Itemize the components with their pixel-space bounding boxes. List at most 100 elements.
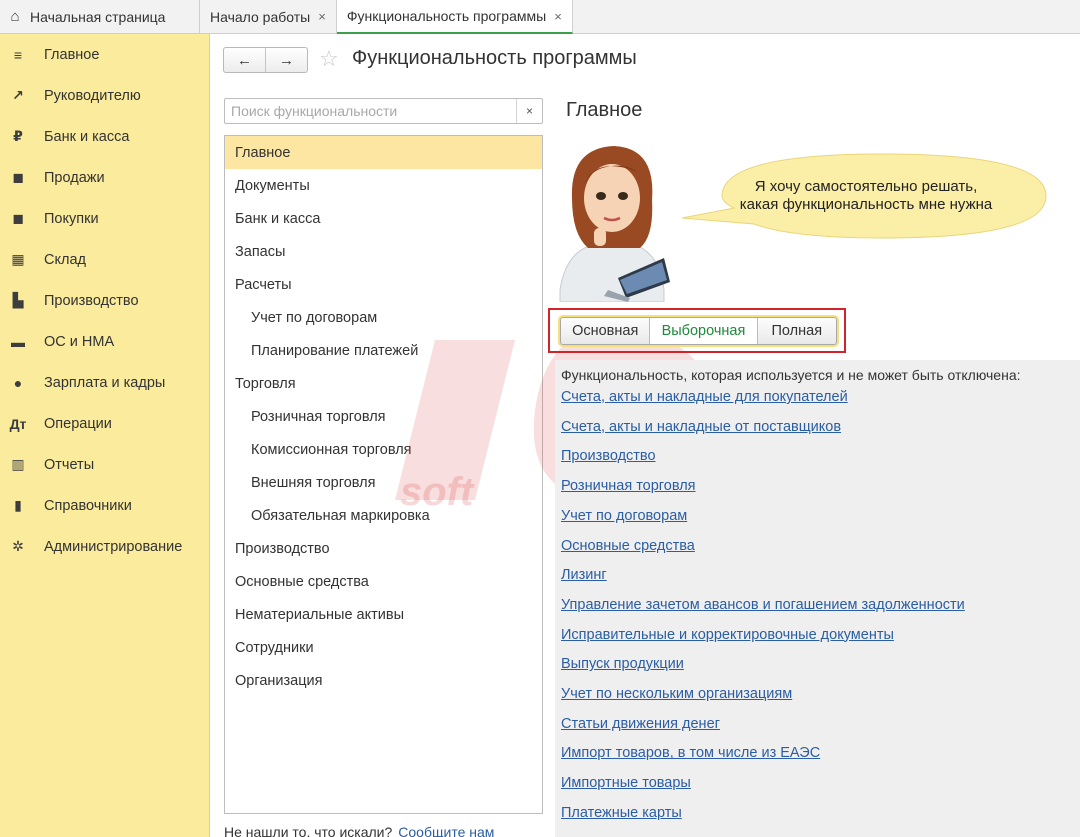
functionality-link[interactable]: Основные средства (561, 538, 695, 554)
tab-start[interactable]: Начало работы × (200, 0, 337, 33)
section-title: Главное (566, 99, 643, 121)
close-icon[interactable]: × (318, 9, 326, 24)
sidebar-item-label: Справочники (44, 497, 132, 514)
section-list-item[interactable]: Сотрудники (225, 631, 542, 664)
dt-kt-icon: Дт (9, 415, 27, 432)
feedback-text: Не нашли то, что искали? (224, 824, 393, 837)
sidebar-item[interactable]: ≡ Главное (0, 34, 209, 75)
section-list-item[interactable]: Учет по договорам (225, 301, 542, 334)
mode-selective[interactable]: Выборочная (649, 318, 757, 344)
tab-home[interactable]: ⌂ Начальная страница (0, 0, 200, 33)
section-list-item[interactable]: Основные средства (225, 565, 542, 598)
sidebar-item[interactable]: ₽ Банк и касса (0, 116, 209, 157)
speech-bubble-text: Я хочу самостоятельно решать, какая функ… (706, 178, 1026, 214)
functionality-link[interactable]: Импорт товаров, в том числе из ЕАЭС (561, 745, 820, 761)
feedback-link[interactable]: Сообщите нам (398, 824, 494, 837)
functionality-link[interactable]: Лизинг (561, 567, 607, 583)
section-list-item[interactable]: Планирование платежей (225, 334, 542, 367)
section-list-item[interactable]: Розничная торговля (225, 400, 542, 433)
section-list-item[interactable]: Организация (225, 664, 542, 697)
sidebar-item-label: Руководителю (44, 87, 141, 104)
functionality-link[interactable]: Счета, акты и накладные для покупателей (561, 389, 848, 405)
functionality-link[interactable]: Производство (561, 448, 656, 464)
sidebar-item[interactable]: ● Зарплата и кадры (0, 362, 209, 403)
sidebar-item-label: Отчеты (44, 456, 95, 473)
functionality-caption: Функциональность, которая используется и… (561, 367, 1021, 383)
ruble-icon: ₽ (13, 128, 23, 144)
sidebar-item-label: ОС и НМА (44, 333, 115, 350)
section-list-item[interactable]: Внешняя торговля (225, 466, 542, 499)
sidebar-item[interactable]: ▥ Отчеты (0, 444, 209, 485)
section-list-item[interactable]: Торговля (225, 367, 542, 400)
tab-bar: ⌂ Начальная страница Начало работы × Фун… (0, 0, 1080, 34)
person-icon: ● (13, 374, 23, 391)
truck-icon: ▬ (11, 333, 25, 350)
functionality-link[interactable]: Статьи движения денег (561, 716, 720, 732)
sidebar-item-label: Зарплата и кадры (44, 374, 166, 391)
sidebar-item-label: Склад (44, 251, 86, 268)
arrow-right-icon: → (279, 51, 294, 69)
feedback-line: Не нашли то, что искали? Сообщите нам (224, 824, 494, 837)
sidebar-item[interactable]: ◼ Покупки (0, 198, 209, 239)
sidebar-item-label: Администрирование (44, 538, 183, 555)
warehouse-icon: ▦ (11, 251, 25, 267)
section-list-item[interactable]: Нематериальные активы (225, 598, 542, 631)
back-button[interactable]: ← (224, 48, 265, 72)
sidebar-item[interactable]: ↗ Руководителю (0, 75, 209, 116)
section-list: Главное Документы Банк и касса Запасы Расчет… (224, 135, 543, 814)
sidebar-item[interactable]: ▮ Справочники (0, 485, 209, 526)
tab-home-label: Начальная страница (30, 8, 166, 25)
functionality-link[interactable]: Учет по нескольким организациям (561, 686, 792, 702)
tab-functionality[interactable]: Функциональность программы × (336, 0, 573, 34)
book-icon: ▮ (14, 497, 22, 513)
mode-full[interactable]: Полная (756, 318, 836, 344)
sidebar-item[interactable]: ▙ Производство (0, 280, 209, 321)
bag-icon: ◼ (12, 169, 24, 185)
mode-switch: Основная Выборочная Полная (560, 317, 837, 345)
tab-start-label: Начало работы (210, 8, 311, 25)
section-list-item[interactable]: Запасы (225, 235, 542, 268)
sidebar-item-label: Операции (44, 415, 112, 432)
sidebar-item-label: Банк и касса (44, 128, 130, 145)
speech-line-2: какая функциональность мне нужна (739, 196, 993, 213)
sidebar-item[interactable]: Дт Операции (0, 403, 209, 444)
section-list-item[interactable]: Производство (225, 532, 542, 565)
section-list-item[interactable]: Комиссионная торговля (225, 433, 542, 466)
functionality-link[interactable]: Учет по договорам (561, 508, 687, 524)
search-input[interactable] (225, 99, 516, 123)
favorite-star-icon[interactable]: ☆ (319, 46, 339, 72)
section-list-item[interactable]: Расчеты (225, 268, 542, 301)
sidebar-item-label: Производство (44, 292, 139, 309)
functionality-link[interactable]: Выпуск продукции (561, 656, 684, 672)
sidebar-item-label: Покупки (44, 210, 99, 227)
sidebar-item[interactable]: ▦ Склад (0, 239, 209, 280)
functionality-link[interactable]: Импортные товары (561, 775, 691, 791)
home-icon: ⌂ (10, 8, 20, 25)
sidebar-item[interactable]: ◼ Продажи (0, 157, 209, 198)
functionality-link[interactable]: Счета, акты и накладные от поставщиков (561, 419, 841, 435)
trend-icon: ↗ (12, 87, 24, 103)
forward-button[interactable]: → (265, 48, 307, 72)
section-list-item[interactable]: Банк и касса (225, 202, 542, 235)
page-title: Функциональность программы (352, 47, 637, 69)
functionality-link[interactable]: Управление зачетом авансов и погашением … (561, 597, 965, 613)
section-list-item[interactable]: Документы (225, 169, 542, 202)
functionality-link[interactable]: Платежные карты (561, 805, 682, 821)
close-icon[interactable]: × (554, 9, 562, 24)
sidebar-item[interactable]: ✲ Администрирование (0, 526, 209, 567)
speech-line-1: Я хочу самостоятельно решать, (754, 178, 978, 195)
menu-icon: ≡ (13, 46, 23, 63)
mode-basic[interactable]: Основная (561, 318, 649, 344)
assistant-avatar (559, 146, 670, 302)
sidebar: ≡ Главное ↗ Руководителю ₽ Банк и касса ◼ Прода… (0, 34, 210, 837)
cart-icon: ◼ (12, 210, 24, 226)
section-list-item[interactable]: Главное (225, 136, 542, 169)
factory-icon: ▙ (12, 292, 24, 308)
functionality-link[interactable]: Розничная торговля (561, 478, 696, 494)
clear-search-icon[interactable]: × (516, 99, 542, 123)
section-list-item[interactable]: Обязательная маркировка (225, 499, 542, 532)
sidebar-item[interactable]: ▬ ОС и НМА (0, 321, 209, 362)
history-buttons: ← → (223, 47, 308, 73)
functionality-link[interactable]: Исправительные и корректировочные докуме… (561, 627, 894, 643)
gear-icon: ✲ (12, 538, 24, 554)
